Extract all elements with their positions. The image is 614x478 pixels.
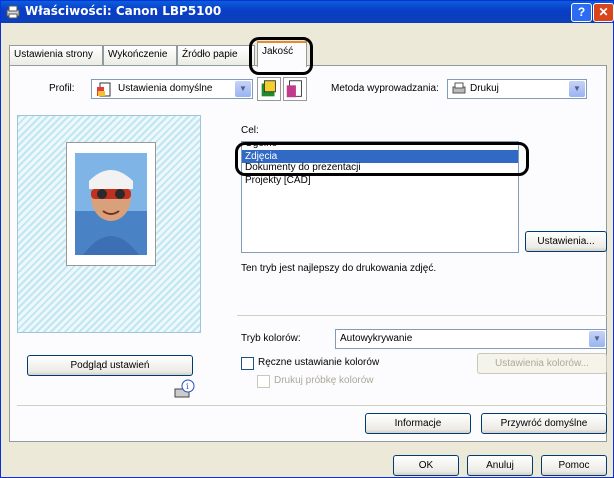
properties-dialog: Właściwości: Canon LBP5100 ? ✕ Ustawieni… [0, 0, 614, 478]
profile-select[interactable]: Ustawienia domyślne ▼ [91, 79, 253, 99]
printer-info-icon: i [174, 379, 195, 398]
profile-icon [97, 82, 111, 97]
color-mode-value: Autowykrywanie [340, 333, 413, 344]
tab-finishing[interactable]: Wykończenie [103, 45, 177, 65]
cancel-button[interactable]: Anuluj [467, 455, 533, 476]
divider [17, 405, 607, 406]
profile-label: Profil: [49, 83, 75, 94]
profile-value: Ustawienia domyślne [118, 83, 213, 94]
help-title-button[interactable]: ? [571, 3, 592, 22]
preview-page [66, 142, 156, 266]
edit-profile-button[interactable] [283, 77, 307, 101]
output-method-value: Drukuj [470, 83, 499, 94]
color-settings-button[interactable]: Ustawienia kolorów... [477, 353, 607, 374]
chevron-down-icon: ▼ [589, 331, 605, 347]
close-button[interactable]: ✕ [593, 3, 614, 22]
print-icon [452, 82, 466, 94]
color-mode-select[interactable]: Autowykrywanie ▼ [335, 329, 607, 349]
chevron-down-icon: ▼ [235, 81, 251, 97]
svg-text:i: i [186, 382, 189, 391]
highlight-tab [249, 37, 313, 75]
help-button[interactable]: Pomoc [541, 455, 607, 476]
output-method-select[interactable]: Drukuj ▼ [447, 79, 587, 99]
tab-page-setup[interactable]: Ustawienia strony [9, 45, 103, 65]
output-method-label: Metoda wyprowadzania: [331, 83, 439, 94]
print-color-sample-label: Drukuj próbkę kolorów [274, 375, 374, 386]
manual-color-label: Ręczne ustawianie kolorów [258, 357, 380, 368]
highlight-selection [235, 142, 529, 176]
add-profile-button[interactable] [257, 77, 281, 101]
preview-photo-image [75, 153, 147, 255]
preview-settings-button[interactable]: Podgląd ustawień [27, 355, 193, 376]
edit-profile-icon [286, 80, 302, 98]
preview-area [17, 115, 201, 333]
tab-paper-source[interactable]: Źródło papie [177, 45, 255, 65]
goal-settings-button[interactable]: Ustawienia... [525, 231, 607, 252]
window-title: Właściwości: Canon LBP5100 [25, 4, 222, 18]
printer-icon [6, 5, 20, 19]
info-icon-button[interactable]: i [173, 379, 195, 401]
manual-color-checkbox[interactable] [241, 357, 254, 370]
title-bar[interactable]: Właściwości: Canon LBP5100 ? ✕ [1, 1, 614, 23]
add-profile-icon [261, 80, 276, 97]
goal-label: Cel: [241, 125, 259, 136]
print-color-sample-checkbox[interactable] [257, 375, 270, 388]
goal-description: Ten tryb jest najlepszy do drukowania zd… [241, 263, 437, 274]
chevron-down-icon: ▼ [569, 81, 585, 97]
restore-defaults-button[interactable]: Przywróć domyślne [481, 413, 607, 434]
ok-button[interactable]: OK [393, 455, 459, 476]
divider [237, 315, 607, 316]
info-button[interactable]: Informacje [365, 413, 471, 434]
color-mode-label: Tryb kolorów: [241, 333, 301, 344]
